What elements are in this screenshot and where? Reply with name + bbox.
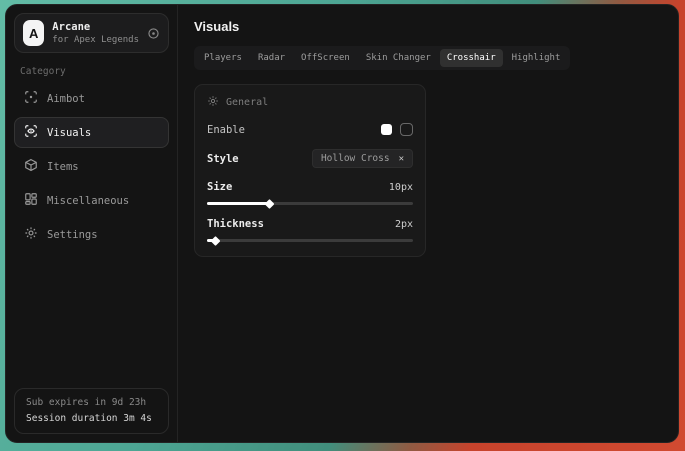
thickness-label: Thickness: [207, 218, 264, 230]
color-swatch[interactable]: [381, 124, 392, 135]
main-panel: Visuals Players Radar OffScreen Skin Cha…: [178, 5, 678, 442]
app-header: A Arcane for Apex Legends: [14, 13, 169, 53]
app-window: A Arcane for Apex Legends Category: [5, 4, 679, 443]
gear-icon: [207, 95, 219, 110]
crosshair-scan-icon: [24, 90, 38, 107]
card-title: General: [226, 97, 268, 108]
tab-crosshair[interactable]: Crosshair: [440, 49, 503, 67]
thickness-value: 2px: [395, 219, 413, 230]
enable-checkbox[interactable]: [400, 123, 413, 136]
tab-skin-changer[interactable]: Skin Changer: [359, 49, 438, 67]
app-name: Arcane: [52, 21, 139, 34]
size-slider[interactable]: [207, 202, 413, 205]
gear-icon: [24, 226, 38, 243]
tab-highlight[interactable]: Highlight: [505, 49, 568, 67]
layout-icon: [24, 192, 38, 209]
style-label: Style: [207, 153, 239, 165]
size-label: Size: [207, 181, 232, 193]
tab-players[interactable]: Players: [197, 49, 249, 67]
app-subtitle: for Apex Legends: [52, 35, 139, 45]
style-value-tag[interactable]: Hollow Cross ✕: [312, 149, 413, 168]
sidebar: A Arcane for Apex Legends Category: [6, 5, 178, 442]
size-row: Size 10px: [207, 181, 413, 193]
style-value: Hollow Cross: [321, 153, 390, 164]
enable-label: Enable: [207, 124, 245, 136]
category-label: Category: [20, 66, 163, 77]
app-logo: A: [23, 20, 44, 46]
page-title: Visuals: [194, 19, 662, 34]
sidebar-item-visuals[interactable]: Visuals: [14, 117, 169, 148]
sub-expires-text: Sub expires in 9d 23h: [26, 396, 157, 410]
subscription-info: Sub expires in 9d 23h Session duration 3…: [14, 388, 169, 435]
sidebar-item-label: Items: [47, 161, 79, 173]
visuals-tabbar: Players Radar OffScreen Skin Changer Cro…: [194, 46, 570, 70]
close-icon[interactable]: ✕: [399, 154, 404, 164]
card-header: General: [207, 95, 413, 110]
box-icon: [24, 158, 38, 175]
app-title-block: Arcane for Apex Legends: [52, 21, 139, 46]
sidebar-item-label: Aimbot: [47, 93, 85, 105]
sidebar-item-items[interactable]: Items: [14, 151, 169, 182]
size-value: 10px: [389, 182, 413, 193]
tab-radar[interactable]: Radar: [251, 49, 292, 67]
sidebar-item-settings[interactable]: Settings: [14, 219, 169, 250]
general-card: General Enable Style Hollow Cross ✕ Size…: [194, 84, 426, 257]
enable-controls: [381, 123, 413, 136]
thickness-slider[interactable]: [207, 239, 413, 242]
sidebar-item-miscellaneous[interactable]: Miscellaneous: [14, 185, 169, 216]
size-slider-fill: [207, 202, 269, 205]
size-slider-thumb[interactable]: [264, 199, 274, 209]
sidebar-item-label: Miscellaneous: [47, 195, 129, 207]
enable-row: Enable: [207, 123, 413, 136]
target-icon[interactable]: [147, 27, 160, 40]
thickness-row: Thickness 2px: [207, 218, 413, 230]
sidebar-item-label: Visuals: [47, 127, 91, 139]
sidebar-item-aimbot[interactable]: Aimbot: [14, 83, 169, 114]
sidebar-item-label: Settings: [47, 229, 98, 241]
thickness-slider-fill: [207, 239, 215, 242]
style-row: Style Hollow Cross ✕: [207, 149, 413, 168]
thickness-slider-thumb[interactable]: [211, 236, 221, 246]
eye-scan-icon: [24, 124, 38, 141]
session-duration-text: Session duration 3m 4s: [26, 412, 157, 426]
sidebar-nav: Aimbot Visuals: [14, 83, 169, 250]
tab-offscreen[interactable]: OffScreen: [294, 49, 357, 67]
